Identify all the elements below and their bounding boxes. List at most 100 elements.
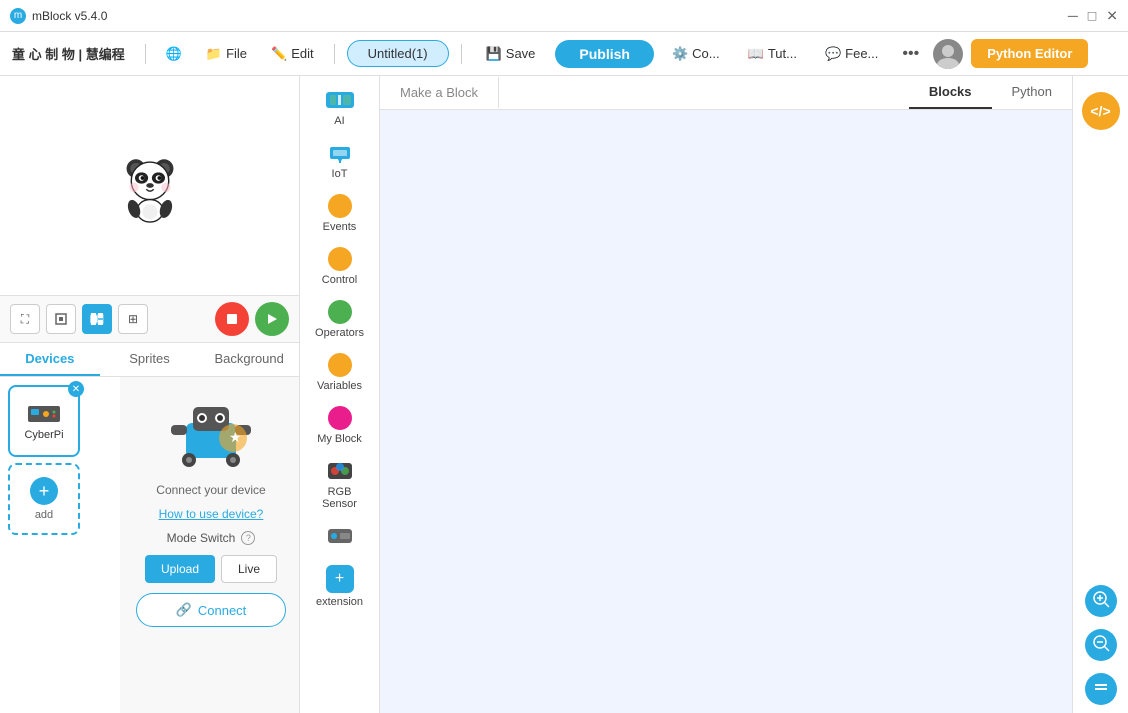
block-categories-panel: AI IoT Events Control: [300, 76, 380, 713]
app-logo: m: [10, 8, 26, 24]
stage-controls: ⛶ ⊞: [0, 296, 299, 343]
close-button[interactable]: ✕: [1106, 7, 1118, 24]
go-button[interactable]: [255, 302, 289, 336]
workspace-area: Make a Block Blocks Python: [380, 76, 1072, 713]
tab-blocks[interactable]: Blocks: [909, 76, 992, 109]
control-dot: [328, 247, 352, 271]
connect-big-button[interactable]: 🔗 Connect: [136, 593, 286, 627]
stage-panel: ⛶ ⊞ Devices Sprites: [0, 76, 300, 713]
mode-switch-row: Mode Switch ?: [167, 531, 256, 545]
robot-svg: ★: [161, 393, 261, 473]
save-button[interactable]: 💾 Save: [474, 41, 548, 67]
divider2: [334, 44, 335, 64]
remove-device-button[interactable]: ✕: [68, 381, 84, 397]
publish-button[interactable]: Publish: [555, 40, 654, 68]
connect-text: Connect your device: [156, 483, 265, 497]
co-menu[interactable]: ⚙️ Co...: [662, 41, 730, 67]
blocks-python-tabs: Blocks Python: [909, 76, 1072, 109]
category-variables[interactable]: Variables: [305, 349, 375, 396]
events-dot: [328, 194, 352, 218]
right-panel: </>: [1072, 76, 1128, 713]
variables-label: Variables: [317, 380, 362, 392]
tab-python[interactable]: Python: [992, 76, 1072, 109]
ai-icon: [324, 88, 356, 112]
workspace-header: Make a Block Blocks Python: [380, 76, 1072, 110]
brand-text: 童 心 制 物 | 慧编程: [12, 44, 125, 63]
zoom-in-button[interactable]: [1085, 585, 1117, 617]
connect-label: Connect: [198, 603, 246, 618]
iot-label: IoT: [332, 168, 348, 180]
divider3: [461, 44, 462, 64]
zoom-equal-icon: [1092, 678, 1110, 701]
zoom-out-button[interactable]: [1085, 629, 1117, 661]
user-avatar[interactable]: [933, 39, 963, 69]
category-ai[interactable]: AI: [305, 84, 375, 131]
small-stage-button[interactable]: [46, 304, 76, 334]
category-my-block[interactable]: My Block: [305, 402, 375, 449]
large-stage-button[interactable]: ⊞: [118, 304, 148, 334]
more-button[interactable]: •••: [896, 43, 925, 65]
tab-sprites[interactable]: Sprites: [100, 343, 200, 376]
edit-menu[interactable]: ✏️ Edit: [263, 42, 322, 66]
cyberpi-device[interactable]: ✕ CyberPi: [8, 385, 80, 457]
rgb-sensor-icon: [324, 459, 356, 483]
extra-device-icon: [324, 524, 356, 548]
add-icon: +: [30, 477, 58, 505]
zoom-out-icon: [1092, 634, 1110, 657]
category-extension[interactable]: + extension: [305, 561, 375, 612]
globe-icon: 🌐: [166, 46, 182, 62]
workspace-canvas: [380, 110, 1072, 711]
category-control[interactable]: Control: [305, 243, 375, 290]
category-rgb-sensor[interactable]: RGB Sensor: [305, 455, 375, 514]
divider: [145, 44, 146, 64]
window-controls[interactable]: ─ □ ✕: [1068, 7, 1118, 24]
upload-live-row: Upload Live: [145, 555, 277, 583]
category-events[interactable]: Events: [305, 190, 375, 237]
stop-button[interactable]: [215, 302, 249, 336]
file-menu[interactable]: 📁 File: [198, 42, 255, 66]
device-list: ✕ CyberPi + add: [0, 377, 120, 713]
events-label: Events: [323, 221, 357, 233]
cyberpi-icon: [26, 402, 62, 426]
menubar: 童 心 制 物 | 慧编程 🌐 📁 File ✏️ Edit Untitled(…: [0, 32, 1128, 76]
minimize-button[interactable]: ─: [1068, 7, 1078, 24]
maximize-button[interactable]: □: [1088, 7, 1096, 24]
file-label: File: [226, 46, 247, 61]
zoom-reset-button[interactable]: [1085, 673, 1117, 705]
control-label: Control: [322, 274, 357, 286]
fee-menu[interactable]: 💬 Fee...: [815, 41, 888, 67]
svg-text:★: ★: [229, 429, 242, 445]
tut-menu[interactable]: 📖 Tut...: [738, 41, 807, 67]
how-to-use-link[interactable]: How to use device?: [159, 507, 264, 521]
connect-link-icon: 🔗: [176, 602, 192, 618]
add-label: add: [35, 509, 53, 521]
edit-icon: ✏️: [271, 46, 287, 62]
co-icon: ⚙️: [672, 46, 688, 62]
mode-switch-info-icon[interactable]: ?: [241, 531, 255, 545]
add-device-button[interactable]: + add: [8, 463, 80, 535]
category-operators[interactable]: Operators: [305, 296, 375, 343]
file-icon: 📁: [206, 46, 222, 62]
my-block-dot: [328, 406, 352, 430]
tab-background[interactable]: Background: [199, 343, 299, 376]
tut-icon: 📖: [748, 46, 764, 62]
make-a-block-tab[interactable]: Make a Block: [380, 77, 499, 108]
tab-devices[interactable]: Devices: [0, 343, 100, 376]
devices-content-area: ✕ CyberPi + add: [0, 377, 299, 713]
medium-stage-button[interactable]: [82, 304, 112, 334]
device-info-panel: ★ Connect your device How to use device?…: [120, 377, 299, 713]
project-name-button[interactable]: Untitled(1): [347, 40, 449, 67]
category-iot[interactable]: IoT: [305, 137, 375, 184]
live-button[interactable]: Live: [221, 555, 277, 583]
python-editor-button[interactable]: Python Editor: [971, 39, 1088, 68]
titlebar: m mBlock v5.4.0 ─ □ ✕: [0, 0, 1128, 32]
globe-menu[interactable]: 🌐: [158, 42, 190, 66]
fit-stage-button[interactable]: ⛶: [10, 304, 40, 334]
category-extra-device[interactable]: [305, 520, 375, 555]
edit-label: Edit: [291, 46, 313, 61]
rgb-sensor-label: RGB Sensor: [311, 486, 369, 510]
upload-button[interactable]: Upload: [145, 555, 215, 583]
code-icon: </>: [1090, 103, 1110, 119]
code-toggle-button[interactable]: </>: [1082, 92, 1120, 130]
app-title: mBlock v5.4.0: [32, 9, 107, 23]
